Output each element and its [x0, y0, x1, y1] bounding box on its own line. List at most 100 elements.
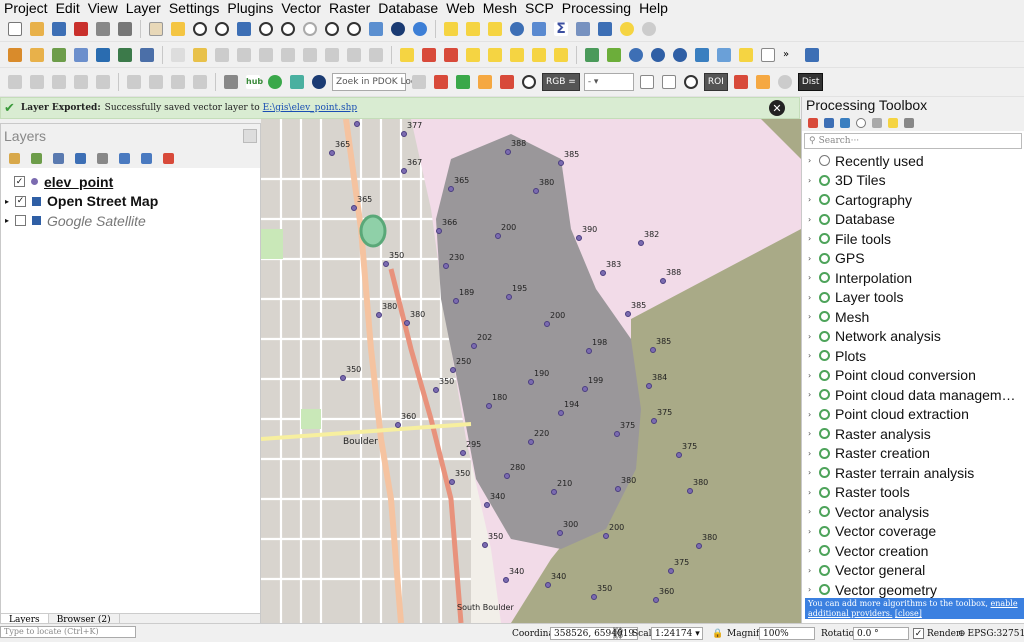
expand-arrow-icon[interactable]: › [808, 488, 819, 497]
add-wms-icon[interactable] [93, 45, 113, 65]
copy-layer-icon[interactable] [287, 72, 307, 92]
elevation-point[interactable] [600, 270, 606, 276]
toolbox-group-vector-creation[interactable]: › Vector creation [802, 541, 1024, 561]
offset-curve-icon[interactable] [124, 72, 144, 92]
toolbox-group-point-cloud-extraction[interactable]: › Point cloud extraction [802, 405, 1024, 425]
toolbox-group-recently-used[interactable]: › Recently used [802, 151, 1024, 171]
expand-arrow-icon[interactable]: › [808, 156, 819, 165]
qgis-hub-icon[interactable]: hub [243, 72, 263, 92]
menu-web[interactable]: Web [442, 0, 479, 16]
expand-arrow-icon[interactable]: › [808, 429, 819, 438]
elevation-point[interactable] [482, 542, 488, 548]
locator-search-input[interactable]: Type to locate (Ctrl+K) [0, 626, 136, 638]
open-project-icon[interactable] [27, 19, 47, 39]
render-checkbox[interactable]: ✓ Render [913, 627, 960, 640]
models-icon[interactable] [806, 116, 820, 130]
globe-2-icon[interactable] [648, 45, 668, 65]
elevation-point[interactable] [615, 486, 621, 492]
temporal-controller-icon[interactable] [388, 19, 408, 39]
rgb-dropdown[interactable]: - ▾ [583, 73, 634, 91]
plugin-face-icon[interactable] [736, 45, 756, 65]
expand-arrow-icon[interactable]: › [808, 332, 819, 341]
elevation-point[interactable] [401, 168, 407, 174]
elevation-point[interactable] [528, 439, 534, 445]
menu-view[interactable]: View [84, 0, 122, 16]
map-canvas[interactable]: Boulder South Boulder 370 377 365 388 385 367… [261, 119, 801, 623]
expand-arrow-icon[interactable]: › [808, 371, 819, 380]
zoom-next-icon[interactable] [344, 19, 364, 39]
menu-project[interactable]: Project [0, 0, 52, 16]
magnifier-field[interactable]: 100% [759, 627, 815, 640]
elevation-point[interactable] [448, 186, 454, 192]
elevation-point[interactable] [586, 348, 592, 354]
elevation-point[interactable] [650, 347, 656, 353]
elevation-point[interactable] [653, 597, 659, 603]
zoom-in-icon[interactable] [190, 19, 210, 39]
toolbox-group-raster-creation[interactable]: › Raster creation [802, 444, 1024, 464]
elevation-point[interactable] [551, 489, 557, 495]
rotation-field[interactable]: 0.0 ° [853, 627, 909, 640]
edit-pencil-icon[interactable] [168, 45, 188, 65]
expand-arrow-icon[interactable]: ▸ [5, 216, 15, 225]
add-vector-icon[interactable] [137, 45, 157, 65]
split-features-icon[interactable] [146, 72, 166, 92]
elevation-point[interactable] [696, 543, 702, 549]
layout-manager-icon[interactable] [115, 19, 135, 39]
elevation-point[interactable] [453, 298, 459, 304]
toolbox-group-vector-geometry[interactable]: › Vector geometry [802, 580, 1024, 600]
results-viewer-icon[interactable] [870, 116, 884, 130]
stretch-icon[interactable] [637, 72, 657, 92]
elevation-point[interactable] [668, 568, 674, 574]
save-project-icon[interactable] [49, 19, 69, 39]
sum-statistics-icon[interactable]: Σ [551, 19, 571, 39]
elevation-point[interactable] [504, 473, 510, 479]
elevation-point[interactable] [533, 188, 539, 194]
elevation-point[interactable] [576, 235, 582, 241]
elevation-point[interactable] [404, 320, 410, 326]
elevation-point[interactable] [557, 530, 563, 536]
elevation-point[interactable] [687, 488, 693, 494]
toolbox-group-network-analysis[interactable]: › Network analysis [802, 327, 1024, 347]
elevation-point[interactable] [471, 343, 477, 349]
elevation-point[interactable] [676, 452, 682, 458]
globe-icon[interactable] [626, 45, 646, 65]
map-tips-icon[interactable] [617, 19, 637, 39]
close-panel-icon[interactable] [243, 129, 257, 143]
print-layout-icon[interactable] [93, 19, 113, 39]
pan-to-selection-icon[interactable] [168, 19, 188, 39]
menu-edit[interactable]: Edit [52, 0, 84, 16]
expand-arrow-icon[interactable]: › [808, 273, 819, 282]
toolbox-group-point-cloud-data-managem-[interactable]: › Point cloud data managem… [802, 385, 1024, 405]
pdok-logo-icon[interactable] [309, 72, 329, 92]
roi-pointer-icon[interactable] [731, 72, 751, 92]
more-chevron-icon[interactable]: » [780, 45, 800, 65]
expand-arrow-icon[interactable]: › [808, 234, 819, 243]
elevation-point[interactable] [528, 379, 534, 385]
save-edits-icon[interactable] [212, 45, 232, 65]
elevation-point[interactable] [503, 577, 509, 583]
toolbox-group-raster-terrain-analysis[interactable]: › Raster terrain analysis [802, 463, 1024, 483]
toolbox-group-gps[interactable]: › GPS [802, 249, 1024, 269]
open-layer-styling-icon[interactable] [4, 148, 24, 168]
clear-search-icon[interactable] [409, 72, 429, 92]
expand-arrow-icon[interactable]: › [808, 390, 819, 399]
elevation-point[interactable] [591, 594, 597, 600]
shape-tool-icon[interactable] [71, 72, 91, 92]
toolbox-group-layer-tools[interactable]: › Layer tools [802, 288, 1024, 308]
refresh-icon[interactable] [410, 19, 430, 39]
layer-item-elev_point[interactable]: ✓ elev_point [1, 172, 260, 192]
change-label-icon[interactable] [551, 45, 571, 65]
label-abc-icon[interactable] [397, 45, 417, 65]
elevation-point[interactable] [449, 479, 455, 485]
redo-roi-icon[interactable] [775, 72, 795, 92]
elevation-point[interactable] [436, 228, 442, 234]
advanced-digitize-icon[interactable] [49, 72, 69, 92]
collapse-all-icon[interactable] [136, 148, 156, 168]
close-message-icon[interactable]: ✕ [769, 100, 785, 116]
layer-visibility-checkbox[interactable] [15, 215, 26, 227]
scale-dropdown[interactable]: 1:24174 ▾ [651, 627, 703, 640]
elevation-point[interactable] [433, 387, 439, 393]
close-note-link[interactable]: [close] [895, 609, 922, 618]
python-script-icon[interactable] [838, 116, 852, 130]
rotate-label-icon[interactable] [529, 45, 549, 65]
